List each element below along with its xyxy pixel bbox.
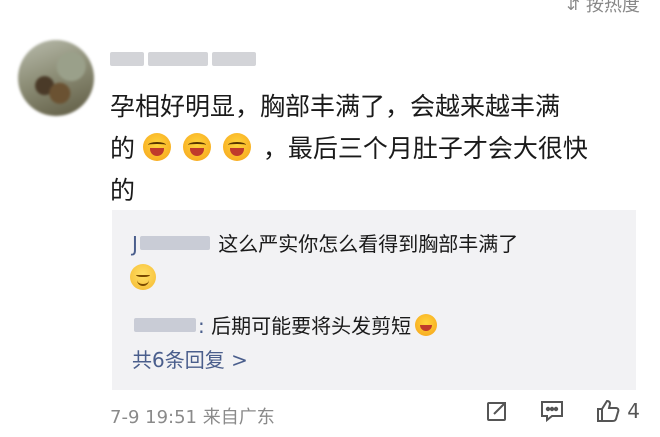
reply-author[interactable]: J bbox=[132, 232, 218, 256]
sort-label: 按热度 bbox=[586, 0, 640, 16]
reply-text: 这么严实你怎么看得到胸部丰满了 bbox=[218, 232, 519, 256]
reply-author[interactable]: : bbox=[132, 314, 211, 338]
like-count: 4 bbox=[627, 399, 640, 423]
sort-icon: ⇵ bbox=[566, 0, 580, 14]
comment-line-2-prefix: 的 bbox=[110, 134, 136, 163]
reply-author-blurred bbox=[134, 318, 196, 332]
reply-text: 后期可能要将头发剪短 bbox=[211, 314, 412, 338]
smile-face-icon bbox=[130, 264, 156, 290]
view-all-replies-link[interactable]: 共6条回复 > bbox=[132, 344, 248, 373]
laughing-face-icon bbox=[415, 314, 438, 336]
comment-time: 7-9 19:51 bbox=[110, 407, 197, 428]
comment-line-2-suffix: ，最后三个月肚子才会大很快 bbox=[262, 134, 588, 163]
share-icon[interactable] bbox=[485, 399, 509, 423]
laughing-face-icon bbox=[222, 133, 251, 161]
like-icon bbox=[595, 398, 621, 424]
username-blurred[interactable] bbox=[110, 52, 256, 66]
reply-preview-box[interactable]: J 这么严实你怎么看得到胸部丰满了 : 后期可能要将头发剪短 共6条回复 > bbox=[112, 210, 636, 390]
comment-line-1: 孕相好明显，胸部丰满了，会越来越丰满 bbox=[110, 92, 561, 121]
like-button[interactable]: 4 bbox=[595, 398, 640, 424]
reply-item[interactable]: J 这么严实你怎么看得到胸部丰满了 bbox=[132, 228, 518, 257]
reply-author-separator: : bbox=[198, 314, 205, 338]
laughing-face-icon bbox=[182, 133, 211, 161]
comment-line-3: 的 bbox=[110, 176, 136, 205]
sort-control[interactable]: ⇵ 按热度 bbox=[567, 0, 640, 17]
comment-meta: 7-9 19:51 来自广东 bbox=[110, 403, 275, 429]
comment-icon[interactable] bbox=[539, 399, 565, 423]
comment-body: 孕相好明显，胸部丰满了，会越来越丰满 的 ，最后三个月肚子才会大很快 的 bbox=[110, 86, 650, 212]
comment-location: 来自广东 bbox=[202, 407, 275, 428]
reply-author-blurred bbox=[139, 236, 210, 250]
reply-author-initial: J bbox=[132, 232, 138, 256]
comment-line-2: 的 ，最后三个月肚子才会大很快 bbox=[110, 128, 650, 170]
laughing-face-icon bbox=[142, 133, 171, 161]
reply-item[interactable]: : 后期可能要将头发剪短 bbox=[132, 310, 438, 339]
avatar[interactable] bbox=[18, 40, 94, 116]
comment-actions: 4 bbox=[485, 398, 640, 424]
